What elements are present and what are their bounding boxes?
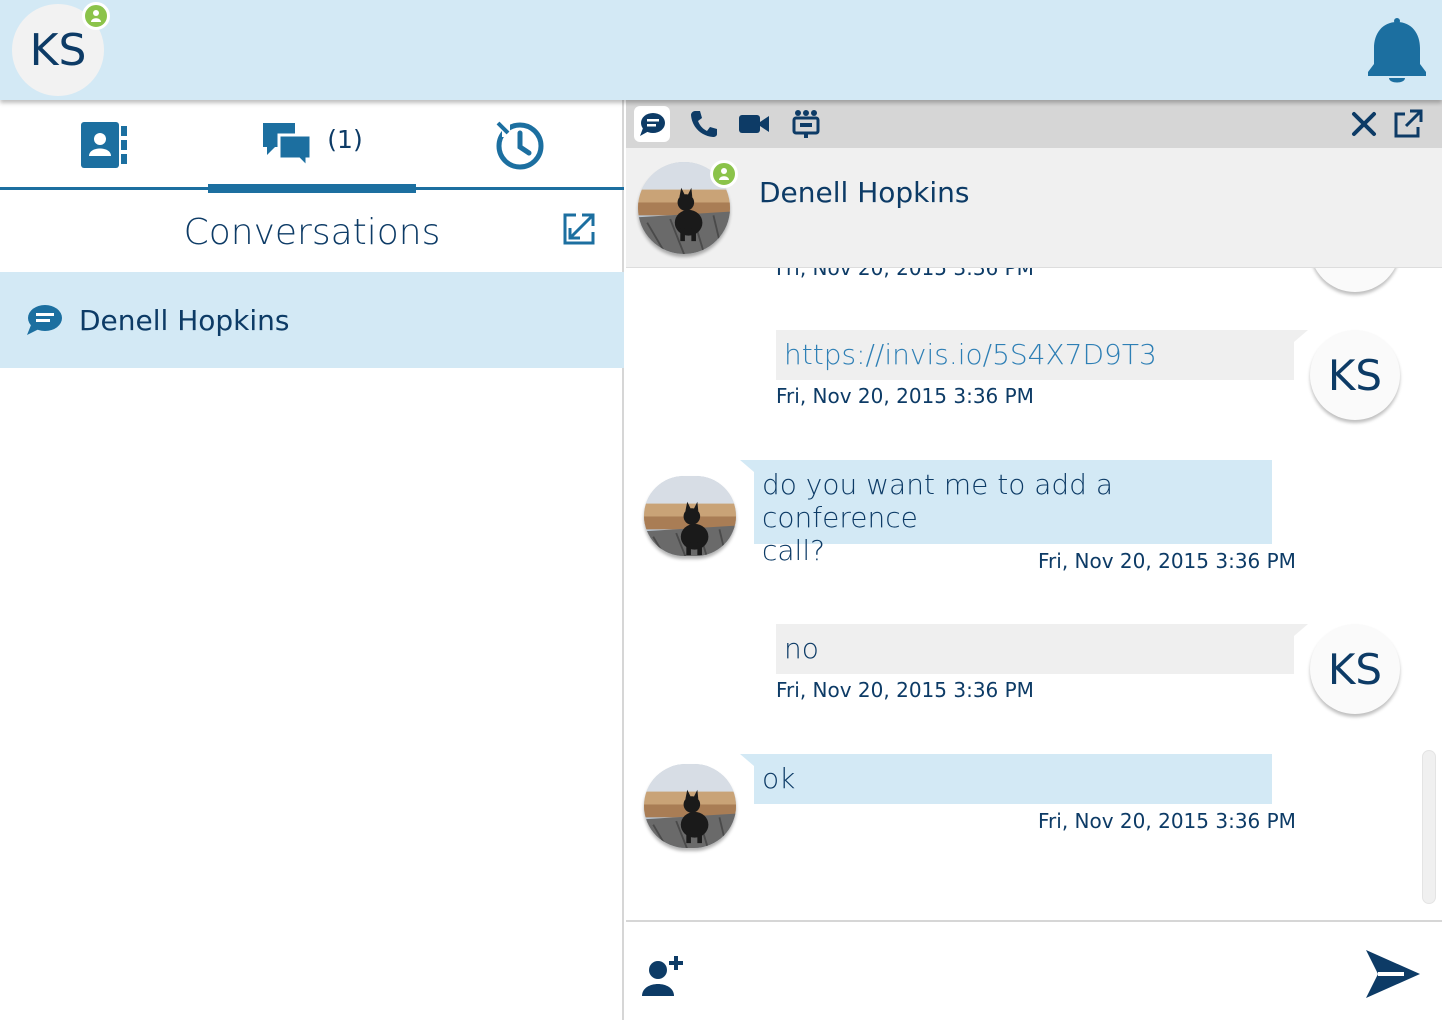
chat-bubbles-icon [263, 123, 313, 169]
conversations-title: Conversations [183, 212, 441, 253]
conference-button[interactable] [788, 106, 824, 142]
popout-icon [1394, 109, 1423, 138]
phone-icon [691, 111, 717, 137]
message-timestamp: Fri, Nov 20, 2015 3:36 PM [1038, 549, 1296, 573]
contact-name: Denell Hopkins [759, 176, 970, 209]
contact-avatar [644, 764, 736, 848]
message-bubble-mine: no [776, 624, 1308, 674]
chat-icon [640, 113, 665, 136]
close-chat-button[interactable] [1346, 106, 1382, 142]
message-timestamp: Fri, Nov 20, 2015 3:36 PM [776, 384, 1034, 408]
message-link[interactable]: https://invis.io/5S4X7D9T3 [784, 338, 1157, 371]
close-icon [1352, 112, 1376, 136]
message-bubble-theirs: do you want me to add a conference call? [740, 460, 1272, 567]
add-person-icon [642, 956, 683, 996]
user-avatar[interactable]: KS [12, 2, 110, 96]
chat-pane: Denell Hopkins Fri, Nov 20, 2015 3:36 PM… [626, 100, 1442, 1020]
message-composer [626, 920, 1442, 1020]
my-avatar: KS [1310, 330, 1400, 420]
message-timestamp: Fri, Nov 20, 2015 3:36 PM [1038, 809, 1296, 833]
message-bubble-theirs: ok [740, 754, 1272, 804]
chat-mode-button[interactable] [634, 106, 670, 142]
user-initials: KS [29, 24, 87, 76]
left-tabs: (1) [0, 100, 624, 193]
tab-history[interactable] [416, 100, 624, 190]
my-avatar: KS [1310, 624, 1400, 714]
add-participant-button[interactable] [640, 952, 692, 998]
contact-avatar [644, 476, 736, 556]
video-icon [739, 115, 769, 133]
conversation-item[interactable]: Denell Hopkins [0, 272, 624, 368]
message-text: no [784, 632, 819, 665]
conversation-count: (1) [327, 124, 363, 154]
video-button[interactable] [736, 106, 772, 142]
chat-header: Denell Hopkins [626, 148, 1442, 268]
top-bar: KS [0, 0, 1442, 100]
presence-available-icon [82, 2, 110, 30]
send-icon [1366, 950, 1420, 998]
conversation-name: Denell Hopkins [79, 303, 290, 337]
popout-button[interactable] [1390, 106, 1426, 142]
my-initials: KS [1327, 644, 1383, 694]
message-timestamp: Fri, Nov 20, 2015 3:36 PM [776, 268, 1034, 280]
my-avatar [1310, 268, 1400, 292]
history-clock-icon [496, 121, 544, 170]
my-initials: KS [1327, 350, 1383, 400]
message-scrollbar[interactable] [1422, 750, 1436, 904]
phone-button[interactable] [686, 106, 722, 142]
tab-conversations[interactable]: (1) [208, 100, 416, 193]
conference-icon [792, 110, 820, 138]
left-pane: (1) Conversations Denell Hopkins [0, 100, 624, 1020]
message-timestamp: Fri, Nov 20, 2015 3:36 PM [776, 678, 1034, 702]
tab-contacts[interactable] [0, 100, 208, 190]
chat-icon [27, 305, 62, 335]
message-text-line: do you want me to add a conference [762, 468, 1114, 534]
bell-icon[interactable] [1364, 18, 1430, 86]
send-button[interactable] [1364, 948, 1422, 1000]
expand-icon[interactable] [562, 212, 596, 246]
presence-available-icon [710, 160, 738, 188]
contacts-book-icon [81, 122, 127, 168]
message-text: ok [762, 762, 796, 795]
message-bubble-mine: https://invis.io/5S4X7D9T3 [776, 330, 1308, 380]
message-list[interactable]: Fri, Nov 20, 2015 3:36 PM https://invis.… [626, 268, 1442, 920]
chat-toolbar [626, 100, 1442, 148]
